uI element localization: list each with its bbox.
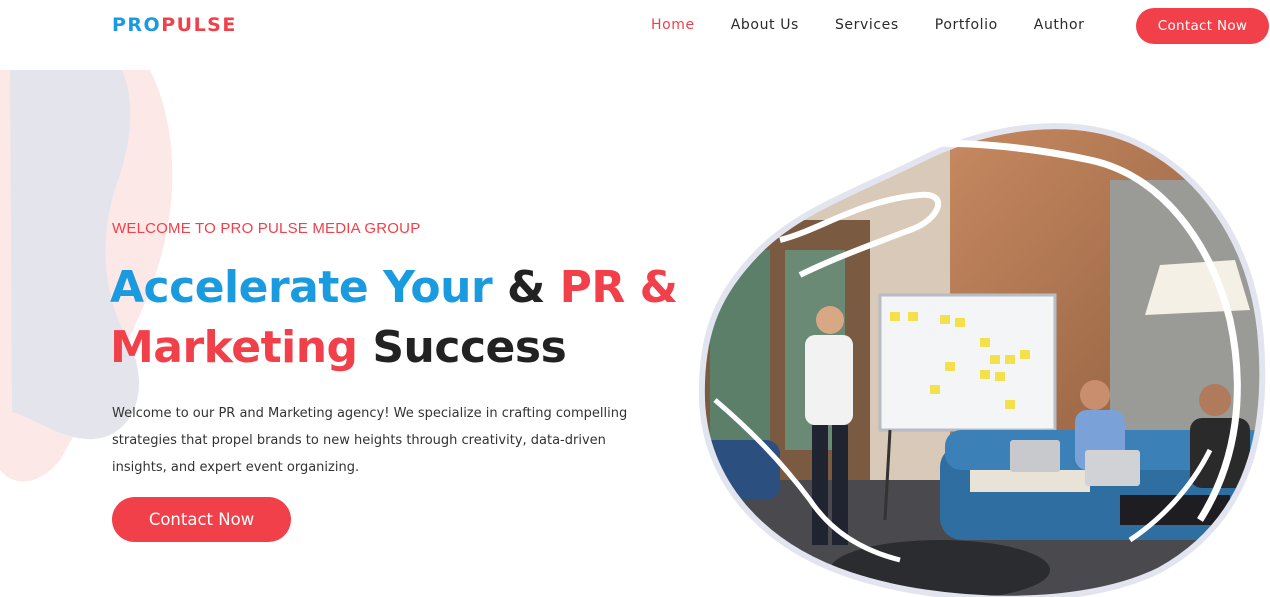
nav-item-portfolio[interactable]: Portfolio [935,17,998,33]
nav-item-services[interactable]: Services [835,17,899,33]
headline-ampersand: & [492,262,560,313]
headline-accelerate: Accelerate Your [110,262,493,313]
logo-text-pulse: PULSE [161,14,237,36]
header-contact-button[interactable]: Contact Now [1136,8,1269,44]
hero-headline: Accelerate Your & PR & Marketing Success [110,258,690,378]
headline-pr: PR & [559,262,678,313]
hero-contact-button[interactable]: Contact Now [112,497,291,542]
logo-text-pro: PRO [112,14,162,36]
nav-item-home[interactable]: Home [651,17,695,33]
brand-logo[interactable]: PROPULSE [112,14,237,36]
site-header: PROPULSE Home About Us Services Portfoli… [0,0,1270,52]
headline-marketing: Marketing [110,322,358,373]
nav-item-author[interactable]: Author [1034,17,1085,33]
nav-item-about-us[interactable]: About Us [731,17,799,33]
hero-eyebrow: WELCOME TO PRO PULSE MEDIA GROUP [112,220,421,237]
main-navigation: Home About Us Services Portfolio Author [651,17,1121,33]
hero-description: Welcome to our PR and Marketing agency! … [112,406,628,475]
hero-office-image [698,123,1266,597]
headline-success: Success [357,322,567,373]
